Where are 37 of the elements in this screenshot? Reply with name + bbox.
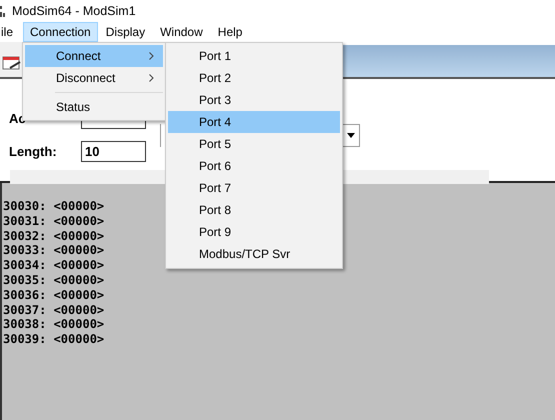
window-title: ModSim64 - ModSim1 <box>12 4 136 18</box>
register-value: 30038: <00000> <box>3 317 104 332</box>
register-value: 30032: <00000> <box>3 228 104 244</box>
app-icon <box>0 4 6 18</box>
menu-entry[interactable]: Connect <box>25 45 163 67</box>
register-value: 30033: <00000> <box>3 243 104 258</box>
menu-entry[interactable]: Port 4 <box>168 111 340 133</box>
register-value: 30030: <00000> <box>3 199 104 214</box>
menu-entry[interactable]: Port 1 <box>168 45 340 67</box>
register-value: 30031: <00000> <box>3 214 104 229</box>
register-icon[interactable] <box>2 54 22 70</box>
menu-entry[interactable]: Port 8 <box>168 199 340 221</box>
menu-item[interactable]: Window <box>153 22 210 42</box>
register-value: 30039: <00000> <box>3 332 104 347</box>
register-value: 30034: <00000> <box>3 258 104 273</box>
menu-entry[interactable]: Port 9 <box>168 221 340 243</box>
register-value: 30037: <00000> <box>3 302 104 318</box>
chevron-right-icon <box>149 74 154 82</box>
chevron-right-icon <box>149 52 154 60</box>
menu-item[interactable]: Display <box>98 22 152 42</box>
length-field[interactable]: 10 <box>81 141 146 162</box>
menu-entry[interactable]: Port 3 <box>168 89 340 111</box>
menu-entry[interactable]: Status <box>25 96 163 118</box>
menu-item[interactable]: Connection <box>23 22 98 42</box>
register-value: 30035: <00000> <box>3 272 104 288</box>
menu-entry[interactable]: Port 6 <box>168 155 340 177</box>
menu-item[interactable]: Help <box>210 22 250 42</box>
menu-entry[interactable]: Modbus/TCP Svr <box>168 243 340 265</box>
register-value: 30036: <00000> <box>3 288 104 303</box>
menu-entry[interactable]: Port 5 <box>168 133 340 155</box>
dropdown-field[interactable] <box>342 124 360 147</box>
menu-entry[interactable]: Port 7 <box>168 177 340 199</box>
menu-item[interactable]: ile <box>0 22 20 42</box>
menu-entry[interactable]: Port 2 <box>168 67 340 89</box>
menu-entry[interactable]: Disconnect <box>25 67 163 89</box>
dropdown-arrow-icon <box>346 133 354 138</box>
length-label: Length: <box>9 144 58 159</box>
